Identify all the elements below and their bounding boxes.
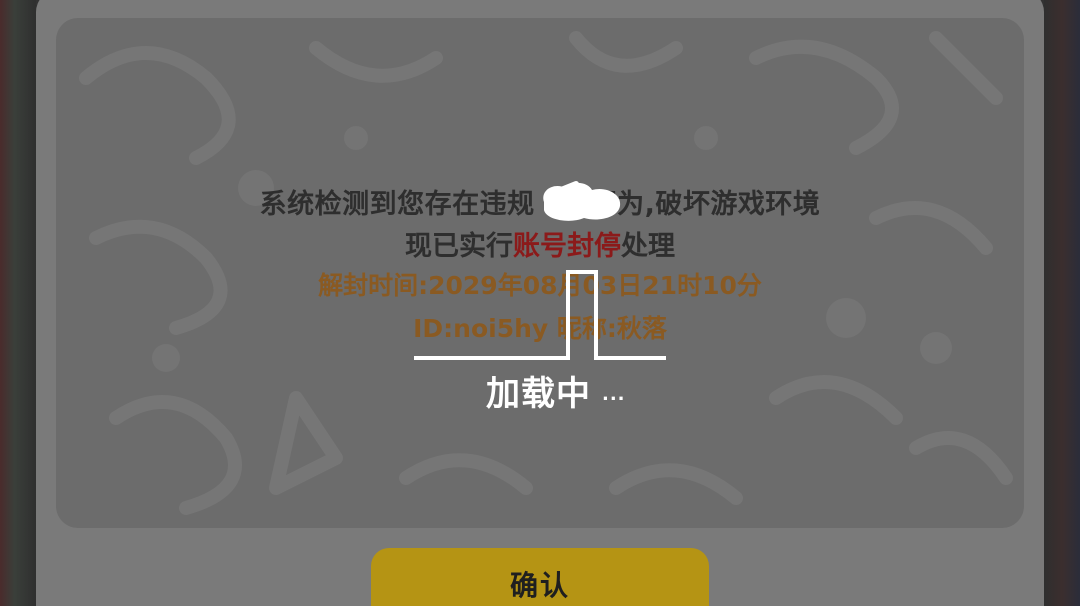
background-left-edge — [0, 0, 36, 606]
loading-line-graphic — [414, 270, 666, 360]
confirm-button[interactable]: 确认 — [371, 548, 709, 606]
penalty-suffix: 处理 — [621, 231, 675, 262]
penalty-prefix: 现已实行 — [405, 231, 513, 262]
loading-text: 加载中 — [486, 374, 591, 414]
confirm-button-label: 确认 — [509, 569, 570, 602]
background-right-edge — [1044, 0, 1080, 606]
white-scribble-redaction — [543, 181, 621, 221]
loading-dots: ... — [602, 384, 626, 405]
violation-text-start: 系统检测到您存在违规 — [259, 189, 535, 220]
screen: 系统检测到您存在违规作弊行为,破坏游戏环境 现已实行账号封停处理 解封时间:20… — [0, 0, 1080, 606]
penalty-highlight: 账号封停 — [513, 231, 621, 262]
violation-message-line2: 现已实行账号封停处理 — [56, 224, 1024, 263]
